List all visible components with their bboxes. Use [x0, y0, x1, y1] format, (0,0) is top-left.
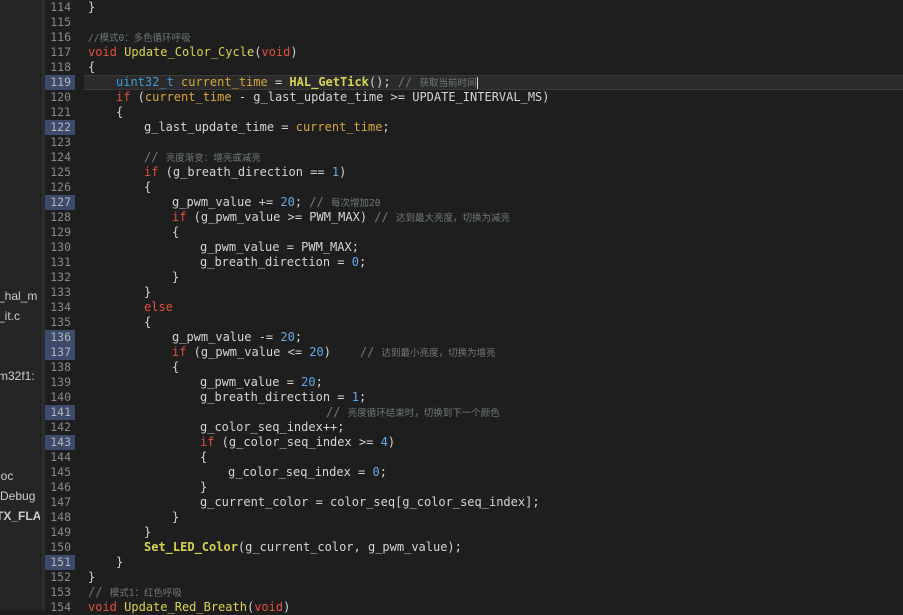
- line-number: 152: [50, 570, 71, 584]
- line-number: 125: [50, 165, 71, 179]
- code-line: g_last_update_time = current_time;: [144, 120, 390, 134]
- line-number: 153: [50, 585, 71, 599]
- code-line: // 亮度循环结束时，切换到下一个颜色: [326, 405, 500, 419]
- line-number: 141: [45, 405, 75, 420]
- code-line: }: [172, 270, 180, 284]
- code-line: if (g_breath_direction == 1): [144, 165, 347, 179]
- code-line: if (g_pwm_value >= PWM_MAX) // 达到最大亮度，切换…: [172, 210, 510, 224]
- line-number: 146: [50, 480, 71, 494]
- code-line: }: [172, 510, 180, 524]
- code-line: //模式0：多色循环呼吸: [88, 33, 191, 44]
- line-number: 126: [50, 180, 71, 194]
- line-number: 137: [45, 345, 75, 360]
- code-line-current: uint32_t current_time = HAL_GetTick(); /…: [116, 75, 478, 89]
- code-line: g_pwm_value += 20; // 每次增加20: [172, 195, 381, 209]
- line-number: 147: [50, 495, 71, 509]
- code-line: {: [144, 180, 152, 194]
- code-line: g_pwm_value -= 20;: [172, 330, 303, 344]
- line-number: 139: [50, 375, 71, 389]
- code-line: void Update_Color_Cycle(void): [88, 45, 298, 59]
- code-line: {: [116, 105, 124, 119]
- line-number: 134: [50, 300, 71, 314]
- explorer-item-hal-msp[interactable]: _hal_m: [0, 289, 37, 303]
- line-number: 151: [45, 555, 75, 570]
- line-number: 115: [50, 15, 71, 29]
- line-number: 133: [50, 285, 71, 299]
- code-line: g_pwm_value = 20;: [200, 375, 323, 389]
- line-number: 136: [45, 330, 75, 345]
- code-line: g_breath_direction = 0;: [200, 255, 367, 269]
- project-explorer: _hal_m _it.c m32f1: ioc Debug TX_FLA: [0, 0, 40, 610]
- code-line: g_color_seq_index++;: [200, 420, 345, 434]
- line-number: 149: [50, 525, 71, 539]
- line-number: 116: [50, 30, 71, 44]
- line-number: 154: [50, 600, 71, 614]
- line-number: 150: [50, 540, 71, 554]
- code-line: g_color_seq_index = 0;: [228, 465, 387, 479]
- line-number: 120: [50, 90, 71, 104]
- line-number: 138: [50, 360, 71, 374]
- code-line: }: [144, 285, 152, 299]
- code-line: g_breath_direction = 1;: [200, 390, 367, 404]
- code-line: if (g_color_seq_index >= 4): [200, 435, 396, 449]
- line-number: 119: [45, 75, 75, 90]
- line-number: 121: [50, 105, 71, 119]
- code-line: Set_LED_Color(g_current_color, g_pwm_val…: [144, 540, 462, 554]
- code-line: g_current_color = color_seq[g_color_seq_…: [200, 495, 540, 509]
- code-line: // 模式1：红色呼吸: [88, 585, 182, 599]
- code-line: {: [88, 60, 96, 74]
- line-number: 142: [50, 420, 71, 434]
- line-number: 131: [50, 255, 71, 269]
- code-line: }: [200, 480, 208, 494]
- line-number: 144: [50, 450, 71, 464]
- code-line: {: [172, 225, 180, 239]
- line-number: 123: [50, 135, 71, 149]
- explorer-item-ioc[interactable]: ioc: [0, 469, 13, 483]
- line-number: 148: [50, 510, 71, 524]
- line-number: 118: [50, 60, 71, 74]
- line-number: 132: [50, 270, 71, 284]
- explorer-item-tx-flash[interactable]: TX_FLA: [0, 509, 40, 523]
- code-line: {: [200, 450, 208, 464]
- code-line: if (current_time - g_last_update_time >=…: [116, 90, 550, 104]
- code-line: }: [88, 0, 96, 14]
- line-number: 143: [45, 435, 75, 450]
- explorer-item-it-c[interactable]: _it.c: [0, 309, 20, 323]
- code-line: g_pwm_value = PWM_MAX;: [200, 240, 359, 254]
- code-line: {: [144, 315, 152, 329]
- line-number: 124: [50, 150, 71, 164]
- line-number: 145: [50, 465, 71, 479]
- line-number: 117: [50, 45, 71, 59]
- code-line: void Update_Red_Breath(void): [88, 600, 291, 614]
- line-number: 135: [50, 315, 71, 329]
- text-caret: [476, 76, 478, 89]
- line-number: 128: [50, 210, 71, 224]
- explorer-item-stm32f1[interactable]: m32f1:: [0, 369, 35, 383]
- code-line: else: [144, 300, 173, 314]
- code-line: if (g_pwm_value <= 20) // 达到最小亮度，切换为增亮: [172, 345, 496, 359]
- code-line: }: [116, 555, 124, 569]
- explorer-item-debug[interactable]: Debug: [0, 489, 35, 503]
- line-number: 140: [50, 390, 71, 404]
- line-number: 114: [50, 0, 71, 14]
- code-line: }: [144, 525, 152, 539]
- line-number: 130: [50, 240, 71, 254]
- code-line: // 亮度渐变：增亮或减亮: [144, 150, 261, 164]
- line-number: 127: [45, 195, 75, 210]
- code-line: }: [88, 570, 96, 584]
- code-line: {: [172, 360, 180, 374]
- line-number: 129: [50, 225, 71, 239]
- line-number: 122: [45, 120, 75, 135]
